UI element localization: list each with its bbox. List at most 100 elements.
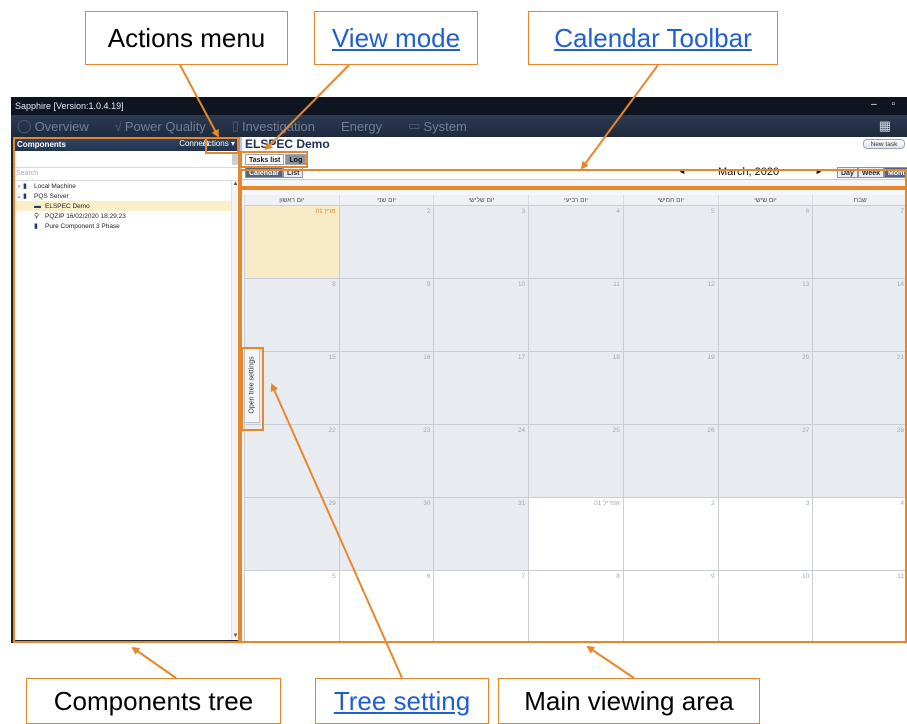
calendar-day[interactable]: 6 xyxy=(338,571,434,643)
calendar-day[interactable]: 11 xyxy=(812,571,907,643)
callout-tree-setting[interactable]: Tree setting xyxy=(315,678,489,724)
calendar-day[interactable]: 18 xyxy=(528,352,623,424)
next-month-button[interactable]: ► xyxy=(815,167,823,176)
window-controls[interactable]: – ▫ xyxy=(871,99,901,110)
tree-item-local-machine[interactable]: › ▮ Local Machine xyxy=(14,181,239,191)
tab-tasks-list[interactable]: Tasks list xyxy=(245,154,285,165)
calendar-day[interactable]: 16 xyxy=(338,352,434,424)
calendar-day[interactable]: 8 xyxy=(528,571,623,643)
server-icon: ▮ xyxy=(23,183,27,190)
calendar-day[interactable]: 7 xyxy=(812,206,907,278)
calendar-day[interactable]: 4 xyxy=(812,498,907,570)
calendar-day[interactable]: 27 xyxy=(717,425,813,497)
tree-item-pure-component[interactable]: ▮ Pure Component 3 Phase xyxy=(14,221,239,231)
tab-log[interactable]: Log xyxy=(285,154,307,165)
calendar-day[interactable]: 2 xyxy=(338,206,434,278)
collapse-icon[interactable]: ⌄ xyxy=(15,192,23,200)
calendar-day[interactable]: 19 xyxy=(622,352,718,424)
current-month-label: March, 2020 xyxy=(718,166,780,178)
callout-view-mode[interactable]: View mode xyxy=(314,11,478,65)
calendar-day[interactable]: 24 xyxy=(433,425,529,497)
calendar-week-5: 29 30 31 אפריל 01 2 3 4 xyxy=(244,498,907,571)
previous-month-button[interactable]: ◄ xyxy=(678,167,686,176)
day-number: 8 xyxy=(616,573,620,580)
nav-investigation[interactable]: ▯ Investigation xyxy=(232,118,315,134)
day-number: 28 xyxy=(896,427,905,434)
calendar-day[interactable]: 11 xyxy=(528,279,623,351)
scroll-down-icon[interactable]: ▼ xyxy=(232,633,239,639)
calendar-day[interactable]: 5 xyxy=(244,571,339,643)
tree-item-pqs-server[interactable]: ⌄ ▮ PQS Server xyxy=(14,191,239,201)
calendar-day[interactable]: 26 xyxy=(622,425,718,497)
day-number: 18 xyxy=(612,354,620,361)
calendar-day[interactable]: 10 xyxy=(717,571,813,643)
tree-scrollbar[interactable]: ▲ ▼ xyxy=(231,181,239,639)
calendar-day[interactable]: 9 xyxy=(622,571,718,643)
pin-icon[interactable] xyxy=(232,153,238,165)
nav-power-quality[interactable]: √ Power Quality xyxy=(115,119,206,134)
open-tree-settings-button[interactable]: Open tree settings xyxy=(244,347,260,423)
window-title: Sapphire [Version:1.0.4.19] xyxy=(15,101,124,111)
tree-item-label: ELSPEC Demo xyxy=(45,202,90,210)
search-input[interactable]: Search xyxy=(14,168,239,181)
day-number: 26 xyxy=(707,427,715,434)
callout-view-mode-link[interactable]: View mode xyxy=(332,23,460,54)
calendar-day[interactable]: 13 xyxy=(717,279,813,351)
calendar-day[interactable]: 5 xyxy=(622,206,718,278)
calendar-day[interactable]: 23 xyxy=(338,425,434,497)
callout-calendar-toolbar-link[interactable]: Calendar Toolbar xyxy=(554,23,752,54)
calendar-day[interactable]: 31 xyxy=(433,498,529,570)
callout-calendar-toolbar[interactable]: Calendar Toolbar xyxy=(528,11,778,65)
new-task-button[interactable]: New task xyxy=(863,139,905,149)
calendar-day[interactable]: 3 xyxy=(433,206,529,278)
tree-item-pqzip[interactable]: ⚲ PQZIP 16/02/2020 18:29:23 xyxy=(14,211,239,221)
day-number: 21 xyxy=(896,354,905,361)
scroll-up-icon[interactable]: ▲ xyxy=(232,181,239,187)
arrow-main-viewing-area xyxy=(586,645,635,679)
day-number: מרץ 01 xyxy=(315,208,336,215)
calendar-day[interactable]: 17 xyxy=(433,352,529,424)
nav-system[interactable]: ▭ System xyxy=(408,118,467,134)
day-button[interactable]: Day xyxy=(837,167,858,178)
calendar-day[interactable]: 14 xyxy=(812,279,907,351)
day-number: 7 xyxy=(521,573,526,580)
calendar-week-3: 15 16 17 18 19 20 21 xyxy=(244,352,907,425)
calendar-day[interactable]: 8 xyxy=(244,279,339,351)
nav-energy[interactable]: Energy xyxy=(341,119,382,134)
calendar-day[interactable]: 3 xyxy=(717,498,813,570)
week-button[interactable]: Week xyxy=(857,167,885,178)
calendar-toolbar: Calendar List ◄ March, 2020 ► Day Week M… xyxy=(242,165,907,180)
calendar-icon[interactable]: ▦ xyxy=(879,118,891,134)
calendar-day[interactable]: 12 xyxy=(622,279,718,351)
actions-menu-button[interactable]: Actions ▾ xyxy=(201,138,237,149)
list-view-button[interactable]: List xyxy=(282,167,304,178)
callout-main-viewing-area: Main viewing area xyxy=(498,678,760,724)
day-number: 5 xyxy=(332,573,336,580)
calendar-day[interactable]: 10 xyxy=(433,279,529,351)
calendar-day[interactable]: 29 xyxy=(244,498,339,570)
calendar-day[interactable]: 7 xyxy=(433,571,529,643)
nav-system-label: System xyxy=(423,118,467,134)
tree-item-elspec-demo[interactable]: ▬ ELSPEC Demo xyxy=(14,201,239,211)
calendar-day[interactable]: מרץ 01 xyxy=(244,206,339,278)
calendar-day[interactable]: 2 xyxy=(622,498,718,570)
calendar-day[interactable]: 6 xyxy=(717,206,813,278)
tree-item-label: PQS Server xyxy=(34,192,69,200)
period-toggle: Day Week Month xyxy=(837,167,907,178)
device-icon: ▬ xyxy=(34,202,41,210)
callout-tree-setting-link[interactable]: Tree setting xyxy=(334,686,470,717)
calendar-day[interactable]: 20 xyxy=(717,352,813,424)
expand-icon[interactable]: › xyxy=(15,183,23,190)
month-button[interactable]: Month xyxy=(884,167,907,178)
nav-overview[interactable]: ◯ Overview xyxy=(17,118,89,134)
calendar-day[interactable]: אפריל 01 xyxy=(528,498,623,570)
calendar-view-button[interactable]: Calendar xyxy=(245,167,283,178)
calendar-day[interactable]: 9 xyxy=(338,279,434,351)
calendar-day[interactable]: 21 xyxy=(812,352,907,424)
calendar-day[interactable]: 4 xyxy=(528,206,623,278)
calendar-day[interactable]: 28 xyxy=(812,425,907,497)
calendar-day[interactable]: 25 xyxy=(528,425,623,497)
calendar-day[interactable]: 30 xyxy=(338,498,434,570)
day-number: 22 xyxy=(328,427,336,434)
calendar-day[interactable]: 22 xyxy=(244,425,339,497)
